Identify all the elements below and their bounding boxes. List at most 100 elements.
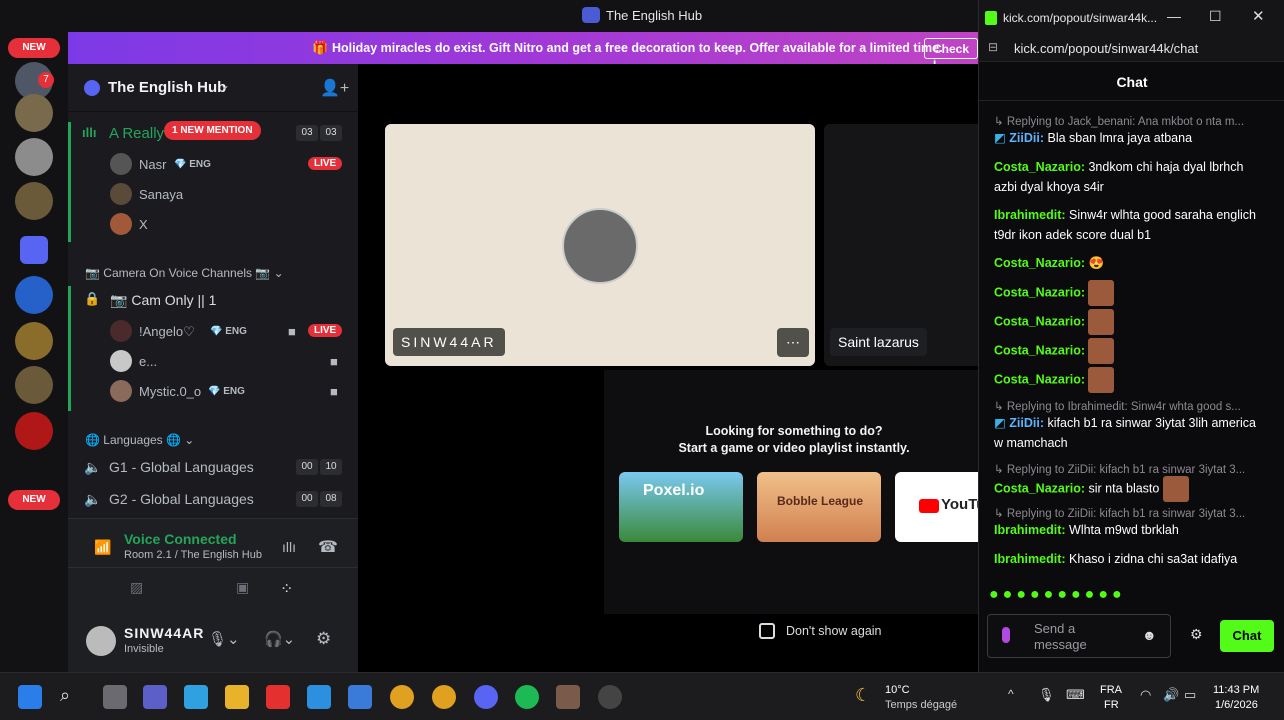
url-text[interactable]: kick.com/popout/sinwar44k/chat xyxy=(1014,41,1198,56)
start-icon[interactable] xyxy=(18,685,42,709)
video-tile[interactable]: SINW44AR ⋯ xyxy=(385,124,815,366)
emote-bar[interactable]: ●●●●●●●●●● xyxy=(989,586,1259,610)
microphone-icon[interactable] xyxy=(1002,627,1010,643)
copilot-icon[interactable] xyxy=(184,685,208,709)
avatar[interactable] xyxy=(110,153,132,175)
noise-suppression-icon[interactable]: ıllı xyxy=(282,539,296,555)
store-icon[interactable] xyxy=(348,685,372,709)
site-settings-icon[interactable]: ⊟ xyxy=(988,40,998,54)
emoji-icon[interactable]: ☻ xyxy=(1142,627,1157,643)
voice-user-name[interactable]: Mystic.0_o xyxy=(139,384,201,399)
chevron-up-icon[interactable]: ^ xyxy=(1008,687,1014,701)
gear-icon[interactable]: ⚙ xyxy=(1190,626,1203,643)
chat-username[interactable]: ZiiDii: xyxy=(1009,416,1044,430)
search-icon[interactable]: ⌕ xyxy=(60,685,84,709)
channel-name[interactable]: G2 - Global Languages xyxy=(109,491,254,507)
screen-share-icon[interactable]: ▣ xyxy=(236,579,249,596)
microphone-icon[interactable]: 🎙⌄ xyxy=(208,630,240,648)
obs-icon[interactable] xyxy=(598,685,622,709)
chat-username[interactable]: Costa_Nazario: xyxy=(994,256,1085,270)
voice-user-name[interactable]: Sanaya xyxy=(139,187,183,202)
chat-username[interactable]: Ibrahimedit: xyxy=(994,523,1066,537)
dont-show-checkbox[interactable] xyxy=(759,623,775,639)
activities-icon[interactable]: ⁘ xyxy=(280,579,293,599)
file-explorer-icon[interactable] xyxy=(225,685,249,709)
volume-icon[interactable]: 🔊 xyxy=(1163,687,1179,703)
chrome-icon[interactable] xyxy=(432,685,456,709)
server-icon[interactable] xyxy=(15,94,53,132)
chrome-icon[interactable] xyxy=(390,685,414,709)
chat-username[interactable]: ZiiDii: xyxy=(1009,131,1044,145)
chat-input[interactable]: Send a message ☻ xyxy=(987,614,1171,658)
avatar[interactable] xyxy=(110,350,132,372)
new-mention-badge[interactable]: 1 NEW MENTION xyxy=(164,121,261,140)
input-language[interactable]: FRA xyxy=(1100,684,1122,696)
channel-name[interactable]: A Really xyxy=(109,125,164,142)
chat-username[interactable]: Costa_Nazario: xyxy=(994,372,1085,386)
banner-check-button[interactable]: Check i xyxy=(924,38,979,70)
voice-user-name[interactable]: Nasr xyxy=(139,157,166,172)
voice-user-name[interactable]: e... xyxy=(139,354,157,369)
chat-username[interactable]: Costa_Nazario: xyxy=(994,343,1085,357)
voice-user-name[interactable]: X xyxy=(139,217,148,232)
dont-show-label[interactable]: Don't show again xyxy=(786,624,882,638)
avatar[interactable] xyxy=(110,380,132,402)
weather-text[interactable]: Temps dégagé xyxy=(885,699,957,711)
keyboard-icon[interactable]: ⌨ xyxy=(1066,687,1085,703)
username[interactable]: SINW44AR xyxy=(124,625,204,641)
send-chat-button[interactable]: Chat xyxy=(1220,620,1274,652)
clock-time[interactable]: 11:43 PM xyxy=(1213,684,1259,696)
discord-icon[interactable] xyxy=(474,685,498,709)
teams-icon[interactable] xyxy=(143,685,167,709)
video-tile[interactable]: Saint lazarus xyxy=(824,124,984,366)
folder-icon[interactable] xyxy=(20,236,48,264)
voice-user-name[interactable]: !Angelo♡ xyxy=(139,324,195,340)
chat-username[interactable]: Costa_Nazario: xyxy=(994,314,1085,328)
chat-username[interactable]: Costa_Nazario: xyxy=(994,160,1085,174)
chat-username[interactable]: Costa_Nazario: xyxy=(994,285,1085,299)
notepad-icon[interactable] xyxy=(307,685,331,709)
activity-card-poxel[interactable]: Poxel.io xyxy=(619,472,743,542)
voice-status[interactable]: Voice Connected xyxy=(124,531,237,547)
activity-card-bobble-league[interactable]: Bobble League xyxy=(757,472,881,542)
voice-room[interactable]: Room 2.1 / The English Hub xyxy=(124,549,262,561)
category-camera[interactable]: 📷 Camera On Voice Channels 📷 ⌄ xyxy=(85,266,284,280)
address-bar[interactable]: ⊟ kick.com/popout/sinwar44k/chat xyxy=(979,36,1284,62)
minimize-icon[interactable]: — xyxy=(1167,8,1181,24)
spotify-icon[interactable] xyxy=(515,685,539,709)
server-icon[interactable] xyxy=(15,276,53,314)
server-icon[interactable] xyxy=(15,322,53,360)
activity-card-youtube[interactable]: YouTu xyxy=(895,472,985,542)
youtube-icon[interactable] xyxy=(266,685,290,709)
server-icon[interactable] xyxy=(15,182,53,220)
temperature[interactable]: 10°C xyxy=(885,684,910,696)
wifi-icon[interactable]: ◠ xyxy=(1140,687,1151,703)
invite-people-icon[interactable]: 👤+ xyxy=(320,78,349,98)
signal-icon[interactable]: 📶 xyxy=(94,539,111,556)
game-icon[interactable] xyxy=(556,685,580,709)
clock-date[interactable]: 1/6/2026 xyxy=(1215,699,1258,711)
server-header[interactable]: The English Hub ⌄ 👤+ xyxy=(68,64,358,112)
server-icon[interactable] xyxy=(15,412,53,450)
channel-name[interactable]: G1 - Global Languages xyxy=(109,459,254,475)
server-icon[interactable] xyxy=(15,366,53,404)
camera-off-icon[interactable]: ▨ xyxy=(130,579,143,596)
disconnect-icon[interactable]: ☎ xyxy=(318,537,338,557)
channel-name[interactable]: 📷 Cam Only || 1 xyxy=(110,292,216,309)
close-icon[interactable]: ✕ xyxy=(1252,7,1265,25)
chat-input-placeholder[interactable]: Send a message xyxy=(1034,621,1114,653)
headphones-icon[interactable]: 🎧⌄ xyxy=(264,630,295,648)
avatar[interactable] xyxy=(110,320,132,342)
avatar[interactable] xyxy=(86,626,116,656)
task-view-icon[interactable] xyxy=(103,685,127,709)
battery-icon[interactable]: ▭ xyxy=(1184,687,1196,703)
maximize-icon[interactable]: ☐ xyxy=(1209,8,1222,25)
category-languages[interactable]: 🌐 Languages 🌐 ⌄ xyxy=(85,433,194,447)
gear-icon[interactable]: ⚙ xyxy=(316,629,331,649)
chat-username[interactable]: Ibrahimedit: xyxy=(994,552,1066,566)
microphone-icon[interactable]: 🎙 xyxy=(1038,687,1055,703)
avatar[interactable] xyxy=(110,213,132,235)
avatar[interactable] xyxy=(110,183,132,205)
more-options-icon[interactable]: ⋯ xyxy=(777,328,809,357)
input-locale[interactable]: FR xyxy=(1104,699,1119,711)
